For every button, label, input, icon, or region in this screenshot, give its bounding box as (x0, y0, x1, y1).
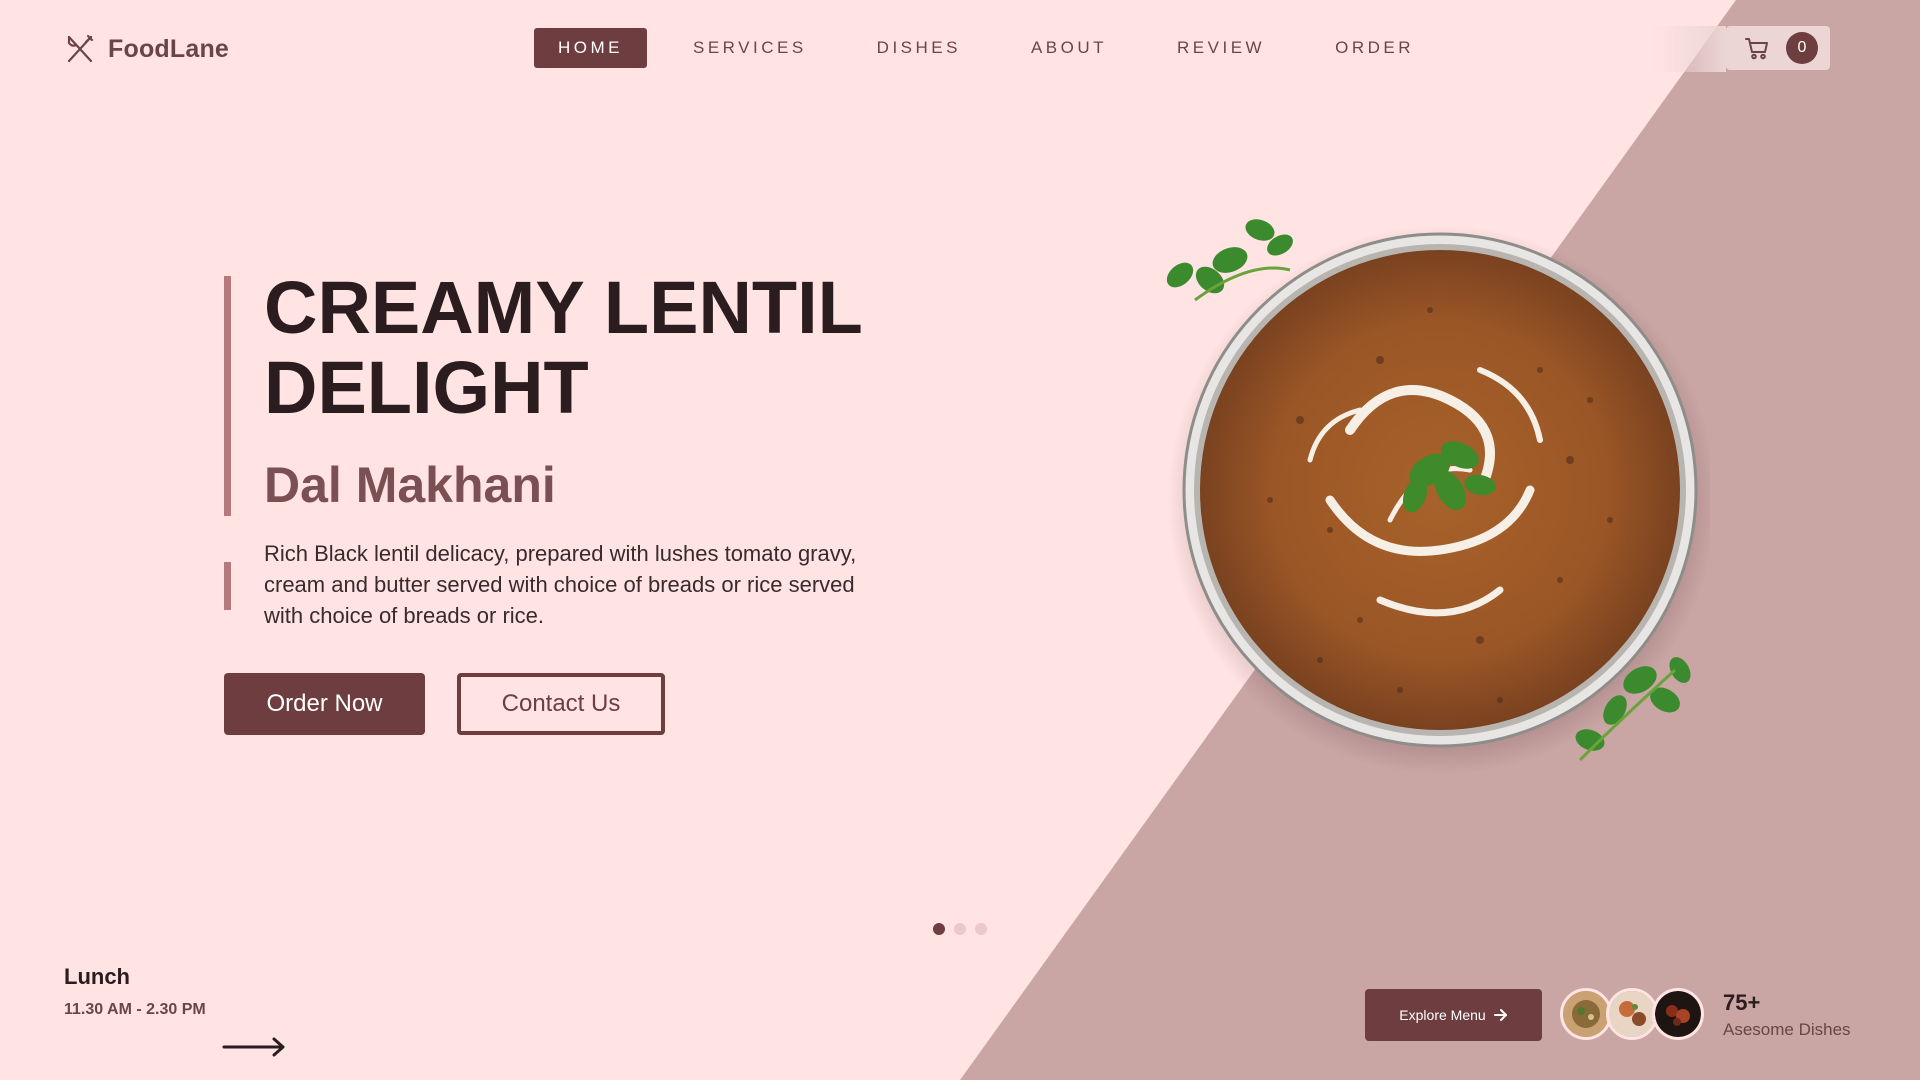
cart-button[interactable]: 0 (1726, 26, 1830, 70)
arrow-right-icon (1493, 1009, 1507, 1021)
slide-dot-1[interactable] (933, 923, 945, 935)
title-accent-bar (224, 276, 231, 516)
description-accent-bar (224, 562, 231, 610)
dish-thumbnail-3[interactable] (1652, 988, 1704, 1040)
long-arrow-right-icon[interactable] (222, 1036, 286, 1058)
cart-icon (1745, 38, 1768, 60)
nav-home[interactable]: HOME (534, 28, 647, 68)
nav-dishes[interactable]: DISHES (853, 28, 985, 68)
dish-thumbnails (1560, 988, 1704, 1040)
meal-hours-label: Lunch (64, 964, 130, 989)
top-navbar: FoodLane HOME SERVICES DISHES ABOUT REVI… (0, 0, 1920, 96)
fork-knife-icon (67, 34, 94, 63)
meal-hours-time: 11.30 AM - 2.30 PM (64, 1001, 206, 1018)
nav-about[interactable]: ABOUT (1007, 28, 1131, 68)
cart-count-badge: 0 (1786, 32, 1818, 64)
dish-thumbnail-1[interactable] (1560, 988, 1612, 1040)
dish-count: 75+ (1723, 990, 1761, 1015)
main-menu: HOME SERVICES DISHES ABOUT REVIEW ORDER (534, 28, 1460, 68)
hero-title: CREAMY LENTIL DELIGHT (264, 266, 862, 429)
hero-description: Rich Black lentil delicacy, prepared wit… (264, 541, 857, 628)
nav-services[interactable]: SERVICES (669, 28, 831, 68)
hero-subtitle: Dal Makhani (264, 457, 556, 513)
explore-menu-label: Explore Menu (1399, 1007, 1486, 1023)
contact-us-button[interactable]: Contact Us (457, 673, 665, 735)
nav-order[interactable]: ORDER (1311, 28, 1438, 68)
cart-fade (1650, 26, 1726, 72)
brand-logo[interactable]: FoodLane (64, 33, 229, 65)
order-now-button[interactable]: Order Now (224, 673, 425, 735)
slide-dot-2[interactable] (954, 923, 966, 935)
explore-menu-button[interactable]: Explore Menu (1365, 989, 1542, 1041)
nav-review[interactable]: REVIEW (1153, 28, 1289, 68)
dish-count-label: Asesome Dishes (1723, 1020, 1851, 1039)
dal-makhani-bowl-image (1166, 219, 1710, 775)
slide-dot-3[interactable] (975, 923, 987, 935)
brand-name: FoodLane (108, 34, 230, 63)
dish-thumbnail-2[interactable] (1606, 988, 1658, 1040)
slider-dots (933, 923, 987, 935)
